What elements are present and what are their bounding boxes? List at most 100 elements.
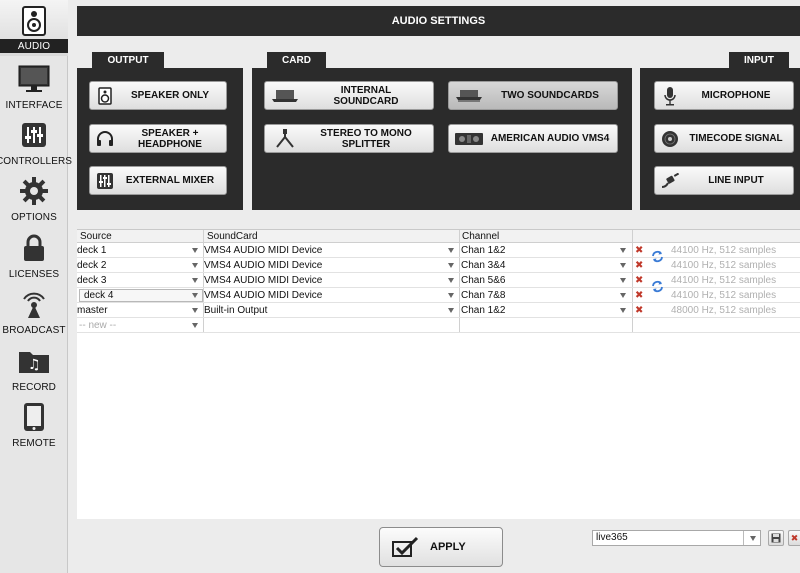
sidebar-item-label: RECORD	[12, 382, 56, 393]
source-select[interactable]: deck 1	[77, 245, 106, 256]
table-row: deck 4 VMS4 AUDIO MIDI Device Chan 7&8 ✖…	[77, 289, 800, 303]
sidebar: AUDIO INTERFACE CONTROLLERS OPTIONS LICE…	[0, 0, 72, 573]
svg-text:♫: ♫	[28, 357, 41, 373]
remove-row-icon[interactable]: ✖	[635, 260, 643, 271]
column-header-channel: Channel	[462, 231, 500, 242]
chevron-down-icon[interactable]	[192, 263, 198, 268]
chevron-down-icon[interactable]	[620, 293, 626, 298]
sidebar-item-licenses[interactable]: LICENSES	[0, 227, 68, 283]
soundcards-icon	[449, 82, 489, 109]
gear-icon	[17, 175, 51, 207]
chevron-down-icon[interactable]	[620, 263, 626, 268]
controller-device-icon	[449, 125, 489, 152]
chevron-down-icon[interactable]	[620, 248, 626, 253]
sidebar-item-label: REMOTE	[12, 438, 56, 449]
sidebar-item-broadcast[interactable]: BROADCAST	[0, 283, 68, 339]
sample-rate-text: 44100 Hz, 512 samples	[671, 290, 777, 301]
channel-select[interactable]: Chan 7&8	[461, 290, 505, 301]
sidebar-item-audio[interactable]: AUDIO	[0, 0, 68, 56]
sidebar-item-label: INTERFACE	[5, 100, 63, 111]
chevron-down-icon[interactable]	[192, 278, 198, 283]
soundcard-select[interactable]: VMS4 AUDIO MIDI Device	[204, 245, 322, 256]
chevron-down-icon[interactable]	[192, 308, 198, 313]
vinyl-icon	[655, 125, 685, 152]
channel-select[interactable]: Chan 1&2	[461, 245, 505, 256]
speaker-icon	[17, 5, 51, 37]
sample-rate-text: 44100 Hz, 512 samples	[671, 260, 777, 271]
remove-row-icon[interactable]: ✖	[635, 305, 643, 316]
apply-button[interactable]: APPLY	[379, 527, 503, 567]
remove-row-icon[interactable]: ✖	[635, 245, 643, 256]
new-source-select[interactable]: -- new --	[79, 320, 116, 331]
speaker-only-button[interactable]: SPEAKER ONLY	[89, 81, 227, 110]
speaker-headphone-button[interactable]: SPEAKER + HEADPHONE	[89, 124, 227, 153]
external-mixer-button[interactable]: EXTERNAL MIXER	[89, 166, 227, 195]
sidebar-item-label: OPTIONS	[11, 212, 57, 223]
chevron-down-icon[interactable]	[448, 248, 454, 253]
chevron-down-icon[interactable]	[448, 278, 454, 283]
splitter-cable-icon	[265, 125, 305, 152]
table-header: Source SoundCard Channel	[77, 230, 800, 243]
delete-preset-button[interactable]: ✖	[788, 530, 800, 546]
microphone-button[interactable]: MICROPHONE	[654, 81, 794, 110]
timecode-signal-button[interactable]: TIMECODE SIGNAL	[654, 124, 794, 153]
source-select[interactable]: deck 4	[84, 290, 113, 301]
sidebar-item-interface[interactable]: INTERFACE	[0, 58, 68, 114]
preset-combobox[interactable]: live365	[592, 530, 761, 546]
channel-select[interactable]: Chan 3&4	[461, 260, 505, 271]
divider	[743, 531, 744, 545]
sidebar-item-remote[interactable]: REMOTE	[0, 396, 68, 452]
close-icon: ✖	[790, 532, 799, 543]
american-audio-vms4-button[interactable]: AMERICAN AUDIO VMS4	[448, 124, 618, 153]
speaker-icon	[90, 82, 120, 109]
remove-row-icon[interactable]: ✖	[635, 275, 643, 286]
table-row: master Built-in Output Chan 1&2 ✖ 48000 …	[77, 304, 800, 318]
sidebar-item-label: LICENSES	[8, 269, 60, 280]
line-input-button[interactable]: LINE INPUT	[654, 166, 794, 195]
chevron-down-icon[interactable]	[620, 278, 626, 283]
chevron-down-icon[interactable]	[750, 536, 756, 541]
soundcard-select[interactable]: VMS4 AUDIO MIDI Device	[204, 275, 322, 286]
microphone-icon	[655, 82, 685, 109]
remove-row-icon[interactable]: ✖	[635, 290, 643, 301]
output-tab-label: OUTPUT	[92, 52, 164, 69]
routing-table: Source SoundCard Channel deck 1 VMS4 AUD…	[77, 229, 800, 519]
chevron-down-icon[interactable]	[192, 293, 198, 298]
soundcard-select[interactable]: VMS4 AUDIO MIDI Device	[204, 290, 322, 301]
page-title: AUDIO SETTINGS	[77, 6, 800, 36]
sample-rate-text: 44100 Hz, 512 samples	[671, 245, 777, 256]
sidebar-item-record[interactable]: ♫ RECORD	[0, 340, 68, 396]
table-row: deck 1 VMS4 AUDIO MIDI Device Chan 1&2 ✖…	[77, 244, 800, 263]
preset-value: live365	[596, 532, 628, 543]
tablet-icon	[17, 401, 51, 433]
table-row: deck 2 VMS4 AUDIO MIDI Device Chan 3&4 ✖…	[77, 259, 800, 273]
jack-cable-icon	[655, 167, 685, 194]
sidebar-item-label: CONTROLLERS	[0, 156, 73, 167]
sidebar-item-controllers[interactable]: CONTROLLERS	[0, 114, 72, 170]
soundcard-select[interactable]: VMS4 AUDIO MIDI Device	[204, 260, 322, 271]
stereo-to-mono-splitter-button[interactable]: STEREO TO MONO SPLITTER	[264, 124, 434, 153]
channel-select[interactable]: Chan 5&6	[461, 275, 505, 286]
chevron-down-icon[interactable]	[620, 308, 626, 313]
channel-select[interactable]: Chan 1&2	[461, 305, 505, 316]
internal-soundcard-button[interactable]: INTERNAL SOUNDCARD	[264, 81, 434, 110]
two-soundcards-button[interactable]: TWO SOUNDCARDS	[448, 81, 618, 110]
source-select[interactable]: deck 3	[77, 275, 106, 286]
table-row-new: -- new --	[77, 319, 800, 333]
mixer-icon	[90, 167, 120, 194]
sidebar-item-label: BROADCAST	[2, 325, 66, 336]
sample-rate-text: 48000 Hz, 512 samples	[671, 305, 777, 316]
soundcard-select[interactable]: Built-in Output	[204, 305, 267, 316]
input-tab-label: INPUT	[729, 52, 789, 69]
column-header-source: Source	[80, 231, 112, 242]
chevron-down-icon[interactable]	[448, 263, 454, 268]
chevron-down-icon[interactable]	[192, 248, 198, 253]
column-header-soundcard: SoundCard	[207, 231, 258, 242]
save-preset-button[interactable]	[768, 530, 784, 546]
chevron-down-icon[interactable]	[448, 308, 454, 313]
chevron-down-icon[interactable]	[448, 293, 454, 298]
sidebar-item-options[interactable]: OPTIONS	[0, 170, 68, 226]
source-select[interactable]: deck 2	[77, 260, 106, 271]
chevron-down-icon[interactable]	[192, 323, 198, 328]
source-select[interactable]: master	[77, 305, 108, 316]
